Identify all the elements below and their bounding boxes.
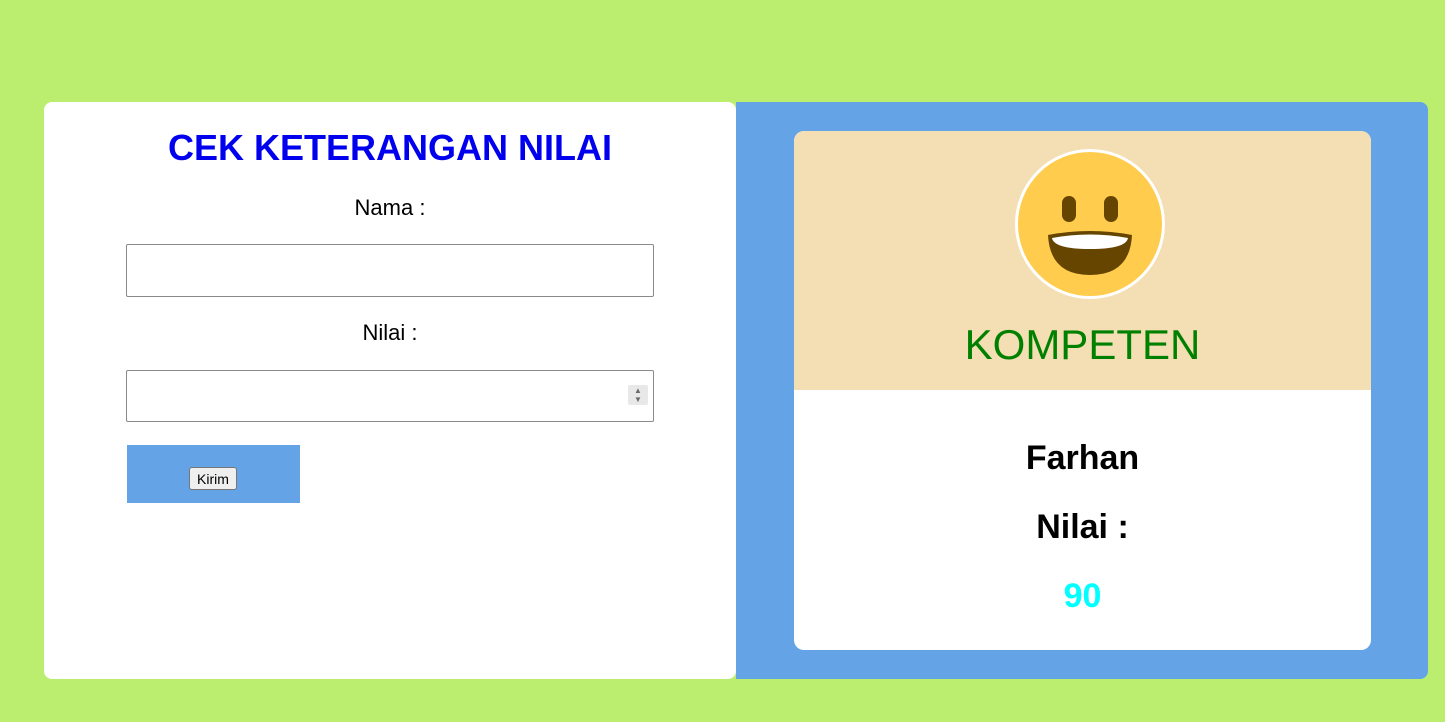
- result-score: 90: [1063, 577, 1102, 615]
- status-text: KOMPETEN: [964, 321, 1201, 368]
- result-panel: KOMPETEN Farhan Nilai : 90: [736, 102, 1428, 679]
- chevron-up-icon: ▲: [634, 386, 642, 395]
- smiling-face-icon: [1015, 149, 1165, 299]
- number-spinner[interactable]: ▲ ▼: [628, 385, 648, 405]
- chevron-down-icon: ▼: [634, 395, 642, 404]
- name-label: Nama :: [354, 195, 426, 220]
- left-eye: [1062, 196, 1076, 222]
- result-score-label: Nilai :: [1036, 508, 1129, 546]
- result-header: KOMPETEN: [794, 131, 1371, 390]
- score-input[interactable]: [126, 370, 654, 422]
- form-title: CEK KETERANGAN NILAI: [167, 127, 612, 168]
- result-name: Farhan: [1025, 439, 1140, 477]
- result-card: KOMPETEN Farhan Nilai : 90: [794, 131, 1371, 650]
- submit-container: Kirim: [127, 445, 300, 503]
- right-eye: [1104, 196, 1118, 222]
- name-input[interactable]: [126, 244, 654, 297]
- submit-button[interactable]: Kirim: [189, 467, 237, 490]
- form-panel: CEK KETERANGAN NILAI Nama : Nilai : ▲ ▼ …: [44, 102, 736, 679]
- score-input-wrap: ▲ ▼: [126, 370, 654, 422]
- smiling-face-svg: [1048, 196, 1132, 275]
- score-label: Nilai :: [362, 320, 418, 345]
